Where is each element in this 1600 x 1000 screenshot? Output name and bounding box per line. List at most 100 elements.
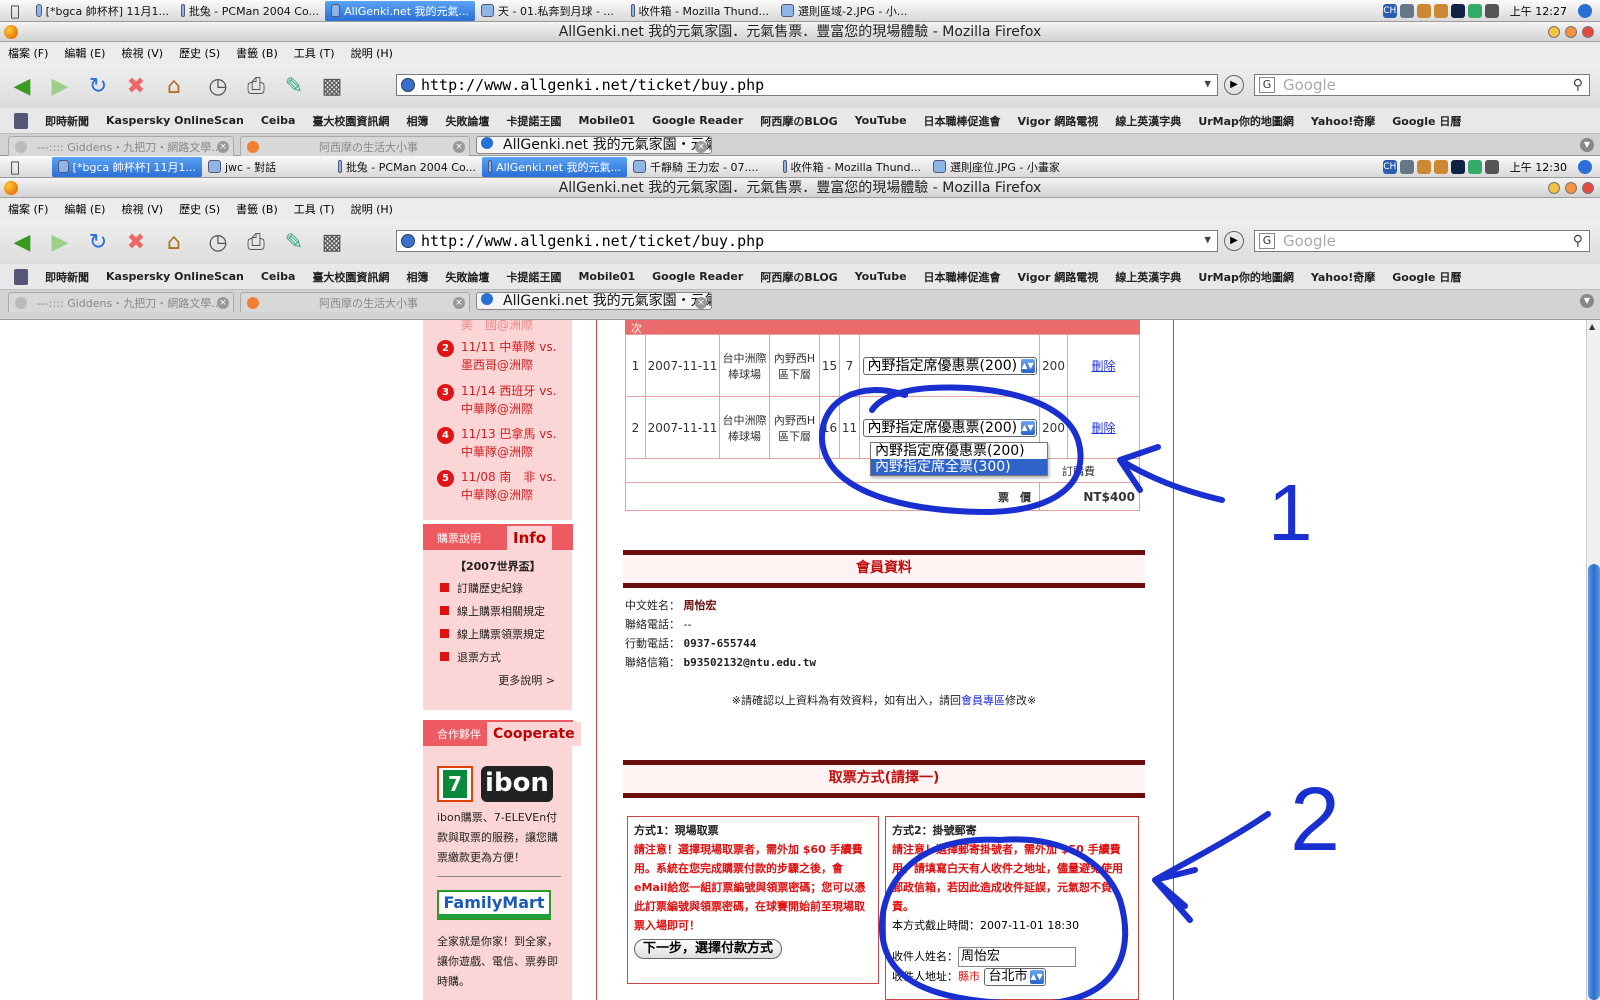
tray-icon[interactable]	[1467, 3, 1482, 18]
bookmark-item[interactable]: Yahoo!奇摩	[1311, 113, 1375, 129]
bookmark-item[interactable]: 卡提諾王國	[506, 113, 561, 129]
close-tab-icon[interactable]: ×	[453, 141, 465, 153]
taskbar-item[interactable]: 選則區域-2.JPG - 小...	[775, 1, 925, 21]
chevron-down-icon[interactable]: ▼	[1204, 233, 1211, 246]
minimize-button[interactable]	[1548, 26, 1560, 38]
apple-icon[interactable]: 	[0, 2, 30, 20]
tab-active[interactable]: AllGenki.net 我的元氣家園・元氣售...×	[476, 292, 712, 310]
clock[interactable]: 上午 12:27	[1510, 3, 1567, 19]
bookmark-item[interactable]: Kaspersky OnlineScan	[106, 270, 244, 283]
new-window-icon[interactable]: ▩	[316, 226, 348, 258]
search-input[interactable]: G Google ⚲	[1254, 230, 1590, 252]
bookmark-item[interactable]: Mobile01	[578, 114, 635, 127]
bookmarks-icon[interactable]	[14, 112, 28, 129]
url-bar[interactable]: http://www.allgenki.net/ticket/buy.php ▼	[396, 230, 1218, 252]
close-button[interactable]	[1582, 182, 1594, 194]
menu-edit[interactable]: 編輯 (E)	[64, 201, 105, 217]
bookmark-item[interactable]: 日本職棒促進會	[924, 113, 1001, 129]
bookmark-item[interactable]: 相簿	[406, 269, 428, 285]
news-item[interactable]: 5 11/08 南 非 vs. 中華隊@洲際	[437, 468, 567, 504]
history-icon[interactable]: ◷	[202, 226, 234, 258]
tray-icon[interactable]	[1433, 159, 1448, 174]
reload-icon[interactable]: ↻	[82, 226, 114, 258]
info-link[interactable]: 訂購歷史紀錄	[437, 580, 561, 603]
go-button[interactable]: ▶	[1224, 75, 1244, 95]
taskbar-item[interactable]: 收件箱 - Mozilla Thund...	[777, 157, 927, 177]
bookmark-item[interactable]: Yahoo!奇摩	[1311, 269, 1375, 285]
menu-view[interactable]: 檢視 (V)	[121, 45, 163, 61]
close-tab-icon[interactable]: ×	[695, 141, 707, 153]
menu-tools[interactable]: 工具 (T)	[294, 45, 335, 61]
ticket-type-select[interactable]: 內野指定席優惠票(200) ▲▼	[862, 356, 1037, 375]
page-scrollbar[interactable]: ▲	[1586, 320, 1600, 1000]
bookmark-item[interactable]: 阿西摩のBLOG	[760, 269, 837, 285]
taskbar-item-active[interactable]: AllGenki.net 我的元氣...	[325, 0, 475, 21]
bookmark-item[interactable]: Google 日曆	[1392, 269, 1461, 285]
tray-icon[interactable]	[1399, 159, 1414, 174]
search-icon[interactable]: ⚲	[1573, 75, 1583, 95]
close-tab-icon[interactable]: ×	[217, 297, 229, 309]
bookmark-item[interactable]: 失敗論壇	[445, 113, 489, 129]
tab[interactable]: ---:::: Giddens・九把刀・網路文學... ×	[8, 292, 234, 312]
edit-icon[interactable]: ✎	[278, 226, 310, 258]
menu-help[interactable]: 說明 (H)	[351, 45, 393, 61]
bookmark-item[interactable]: Google 日曆	[1392, 113, 1461, 129]
bookmark-item[interactable]: 阿西摩のBLOG	[760, 113, 837, 129]
next-step-button[interactable]: 下一步，選擇付款方式	[634, 939, 783, 959]
bookmark-item[interactable]: 臺大校園資訊網	[312, 269, 389, 285]
tab-list-icon[interactable]: ▼	[1580, 294, 1594, 308]
bookmark-item[interactable]: 卡提諾王國	[506, 269, 561, 285]
close-tab-icon[interactable]: ×	[217, 141, 229, 153]
menu-file[interactable]: 檔案 (F)	[8, 45, 48, 61]
zoom-button[interactable]	[1565, 26, 1577, 38]
zoom-button[interactable]	[1565, 182, 1577, 194]
scroll-up-icon[interactable]: ▲	[1589, 322, 1595, 331]
close-button[interactable]	[1582, 26, 1594, 38]
clock[interactable]: 上午 12:30	[1510, 159, 1567, 175]
taskbar-item-active[interactable]: [*bgca 帥杯杯] 11月1...	[52, 156, 202, 177]
bookmarks-icon[interactable]	[14, 268, 28, 285]
google-icon[interactable]: G	[1259, 77, 1275, 93]
menu-history[interactable]: 歷史 (S)	[179, 201, 220, 217]
menu-edit[interactable]: 編輯 (E)	[64, 45, 105, 61]
tray-icon[interactable]	[1450, 3, 1465, 18]
bookmark-item[interactable]: Vigor 網路電視	[1018, 113, 1099, 129]
taskbar-item[interactable]: 選則座位.JPG - 小畫家	[927, 157, 1077, 177]
bookmark-item[interactable]: 線上英漢字典	[1115, 113, 1181, 129]
go-button[interactable]: ▶	[1224, 231, 1244, 251]
tab-active[interactable]: AllGenki.net 我的元氣家園・元氣售...×	[476, 136, 712, 154]
ticket-type-select[interactable]: 內野指定席優惠票(200) ▲▼	[862, 418, 1037, 437]
member-area-link[interactable]: 會員專區	[961, 694, 1005, 707]
menu-view[interactable]: 檢視 (V)	[121, 201, 163, 217]
bookmark-item[interactable]: YouTube	[855, 114, 907, 127]
delete-link[interactable]: 刪除	[1091, 359, 1115, 373]
bookmark-item[interactable]: 即時新聞	[45, 269, 89, 285]
bookmark-item[interactable]: 失敗論壇	[445, 269, 489, 285]
taskbar-item[interactable]: 收件箱 - Mozilla Thund...	[625, 1, 775, 21]
input-method-icon[interactable]: CH	[1382, 159, 1397, 174]
history-icon[interactable]: ◷	[202, 70, 234, 102]
dropdown-option-highlighted[interactable]: 內野指定席全票(300)	[871, 459, 1047, 475]
scroll-thumb[interactable]	[1588, 564, 1600, 1000]
taskbar-item[interactable]: [*bgca 帥杯杯] 11月1...	[30, 1, 175, 21]
taskbar-item[interactable]: 批兔 - PCMan 2004 Co...	[175, 1, 325, 21]
taskbar-item[interactable]: jwc - 對話	[202, 157, 332, 177]
info-link[interactable]: 線上購票領票規定	[437, 626, 561, 649]
taskbar-item-active[interactable]: AllGenki.net 我的元氣...	[482, 156, 627, 177]
apple-icon[interactable]: 	[0, 158, 30, 176]
bookmark-item[interactable]: 日本職棒促進會	[924, 269, 1001, 285]
ticket-type-dropdown[interactable]: 內野指定席優惠票(200) 內野指定席全票(300)	[870, 442, 1048, 476]
stop-icon[interactable]: ✖	[120, 226, 152, 258]
bookmark-item[interactable]: 相簿	[406, 113, 428, 129]
county-select[interactable]: 台北市 ▲▼	[983, 968, 1046, 986]
tray-icon[interactable]	[1416, 159, 1431, 174]
close-tab-icon[interactable]: ×	[695, 297, 707, 309]
input-method-icon[interactable]: CH	[1382, 3, 1397, 18]
menu-help[interactable]: 說明 (H)	[351, 201, 393, 217]
bookmark-item[interactable]: UrMap你的地圖網	[1198, 269, 1294, 285]
news-item-fragment[interactable]: 美 國@洲際	[437, 320, 567, 334]
tab[interactable]: ---:::: Giddens・九把刀・網路文學... ×	[8, 136, 234, 156]
bookmark-item[interactable]: Ceiba	[261, 270, 296, 283]
search-input[interactable]: G Google ⚲	[1254, 74, 1590, 96]
bookmark-item[interactable]: 線上英漢字典	[1115, 269, 1181, 285]
